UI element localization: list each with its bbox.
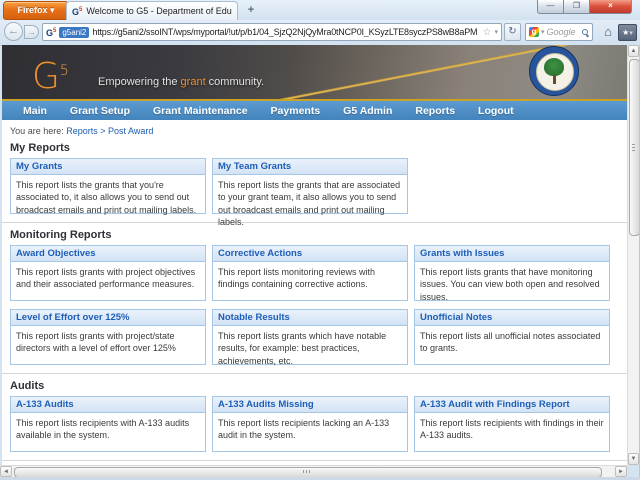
report-card-title-link[interactable]: Unofficial Notes xyxy=(415,310,609,326)
tab-title: Welcome to G5 - Department of Educati... xyxy=(86,6,232,16)
g5-logo: G5 xyxy=(32,47,69,99)
minimize-button[interactable]: — xyxy=(537,0,564,14)
report-card-description: This report lists monitoring reviews wit… xyxy=(213,262,407,291)
site-identity-icon[interactable]: G5 xyxy=(46,27,56,38)
section-heading: Monitoring Reports xyxy=(10,229,627,241)
bookmarks-menu-button[interactable]: ★▾ xyxy=(618,24,637,41)
card-grid: Award ObjectivesThis report lists grants… xyxy=(2,241,627,365)
report-card: My Team GrantsThis report lists the gran… xyxy=(212,158,408,214)
tab-strip: Firefox ▾ G5 Welcome to G5 - Department … xyxy=(0,0,640,20)
report-card: Award ObjectivesThis report lists grants… xyxy=(10,245,206,301)
report-card-description: This report lists grants which have nota… xyxy=(213,326,407,367)
nav-item-grant-setup[interactable]: Grant Setup xyxy=(70,105,130,117)
scroll-right-icon[interactable]: ► xyxy=(615,466,627,477)
report-card: My GrantsThis report lists the grants th… xyxy=(10,158,206,214)
department-of-education-seal-icon xyxy=(529,46,579,96)
section-divider xyxy=(2,373,627,374)
page-content: You are here: Reports > Post Award My Re… xyxy=(2,120,627,465)
search-input[interactable]: Google xyxy=(547,27,580,37)
report-card-description: This report lists grants with project/st… xyxy=(11,326,205,355)
section-heading: Audits xyxy=(10,380,627,392)
back-button[interactable]: ← xyxy=(4,22,23,41)
search-icon[interactable] xyxy=(582,29,589,36)
chevron-down-icon: ▾ xyxy=(50,5,55,15)
main-nav: Main Grant Setup Grant Maintenance Payments… xyxy=(2,101,627,120)
firefox-menu-button[interactable]: Firefox ▾ xyxy=(3,1,69,20)
breadcrumb-link-reports[interactable]: Reports xyxy=(66,126,98,136)
g5-site-banner: G5 Empowering the grant community. xyxy=(2,45,627,99)
breadcrumb: You are here: Reports > Post Award xyxy=(2,120,627,136)
section-heading: My Reports xyxy=(10,142,627,154)
report-card-title-link[interactable]: A-133 Audit with Findings Report xyxy=(415,397,609,413)
nav-item-g5-admin[interactable]: G5 Admin xyxy=(343,105,392,117)
report-card-description: This report lists the grants that you're… xyxy=(11,175,205,216)
search-engine-dropdown-icon[interactable]: ▾ xyxy=(541,28,545,36)
scroll-left-icon[interactable]: ◄ xyxy=(0,466,12,477)
breadcrumb-separator: > xyxy=(100,126,105,136)
report-card-title-link[interactable]: My Team Grants xyxy=(213,159,407,175)
report-card-title-link[interactable]: Level of Effort over 125% xyxy=(11,310,205,326)
horizontal-scrollbar[interactable]: ◄ ► xyxy=(0,465,627,477)
report-card-title-link[interactable]: Grants with Issues xyxy=(415,246,609,262)
firefox-menu-label: Firefox xyxy=(17,5,47,15)
new-tab-button[interactable]: + xyxy=(242,4,260,18)
report-card-description: This report lists recipients with findin… xyxy=(415,413,609,442)
active-tab[interactable]: G5 Welcome to G5 - Department of Educati… xyxy=(66,1,238,20)
g5-favicon-icon: G5 xyxy=(72,6,82,17)
breadcrumb-link-post-award[interactable]: Post Award xyxy=(108,126,153,136)
card-grid: A-133 AuditsThis report lists recipients… xyxy=(2,392,627,452)
google-icon: g xyxy=(529,27,539,37)
site-domain-chip[interactable]: g5ani2 xyxy=(59,27,89,38)
report-card-title-link[interactable]: A-133 Audits xyxy=(11,397,205,413)
bookmark-star-icon[interactable]: ☆ xyxy=(483,27,492,38)
report-card: Grants with IssuesThis report lists gran… xyxy=(414,245,610,301)
report-card: Level of Effort over 125%This report lis… xyxy=(10,309,206,365)
report-card: A-133 Audits MissingThis report lists re… xyxy=(212,396,408,452)
report-card: A-133 Audit with Findings ReportThis rep… xyxy=(414,396,610,452)
browser-window: Firefox ▾ G5 Welcome to G5 - Department … xyxy=(0,0,640,480)
nav-item-payments[interactable]: Payments xyxy=(271,105,321,117)
report-card: Notable ResultsThis report lists grants … xyxy=(212,309,408,365)
close-button[interactable]: × xyxy=(590,0,632,14)
report-card-title-link[interactable]: My Grants xyxy=(11,159,205,175)
nav-item-main[interactable]: Main xyxy=(23,105,47,117)
url-dropdown-icon[interactable]: ▾ xyxy=(494,28,498,36)
section-divider xyxy=(2,460,627,461)
report-card-title-link[interactable]: Corrective Actions xyxy=(213,246,407,262)
reload-button[interactable]: ↻ xyxy=(504,23,521,41)
report-sections: My ReportsMy GrantsThis report lists the… xyxy=(2,142,627,465)
report-card-title-link[interactable]: Notable Results xyxy=(213,310,407,326)
nav-item-reports[interactable]: Reports xyxy=(415,105,455,117)
report-card-title-link[interactable]: A-133 Audits Missing xyxy=(213,397,407,413)
url-text[interactable]: https://g5ani2/ssoINT/wps/myportal/!ut/p… xyxy=(92,27,479,37)
report-card-description: This report lists grants that have monit… xyxy=(415,262,609,303)
breadcrumb-prefix: You are here: xyxy=(10,126,64,136)
report-card-title-link[interactable]: Award Objectives xyxy=(11,246,205,262)
nav-item-grant-maintenance[interactable]: Grant Maintenance xyxy=(153,105,248,117)
report-card-description: This report lists all unofficial notes a… xyxy=(415,326,609,355)
scroll-down-icon[interactable]: ▼ xyxy=(628,453,639,465)
window-controls: — ❒ × xyxy=(537,0,632,14)
report-card-description: This report lists grants with project ob… xyxy=(11,262,205,291)
maximize-button[interactable]: ❒ xyxy=(564,0,590,14)
search-box[interactable]: g ▾ Google xyxy=(525,23,593,41)
report-card-description: This report lists the grants that are as… xyxy=(213,175,407,229)
scroll-up-icon[interactable]: ▲ xyxy=(628,45,639,57)
card-grid: My GrantsThis report lists the grants th… xyxy=(2,154,627,214)
url-bar[interactable]: G5 g5ani2 https://g5ani2/ssoINT/wps/mypo… xyxy=(42,23,502,41)
report-card: A-133 AuditsThis report lists recipients… xyxy=(10,396,206,452)
home-button[interactable]: ⌂ xyxy=(600,22,616,41)
report-card-description: This report lists recipients lacking an … xyxy=(213,413,407,442)
forward-button[interactable]: → xyxy=(24,25,39,39)
vertical-scrollbar[interactable]: ▲ ▼ xyxy=(627,45,639,465)
report-card: Corrective ActionsThis report lists moni… xyxy=(212,245,408,301)
report-card: Unofficial NotesThis report lists all un… xyxy=(414,309,610,365)
report-card-description: This report lists recipients with A-133 … xyxy=(11,413,205,442)
nav-item-logout[interactable]: Logout xyxy=(478,105,514,117)
banner-tagline: Empowering the grant community. xyxy=(98,76,264,88)
